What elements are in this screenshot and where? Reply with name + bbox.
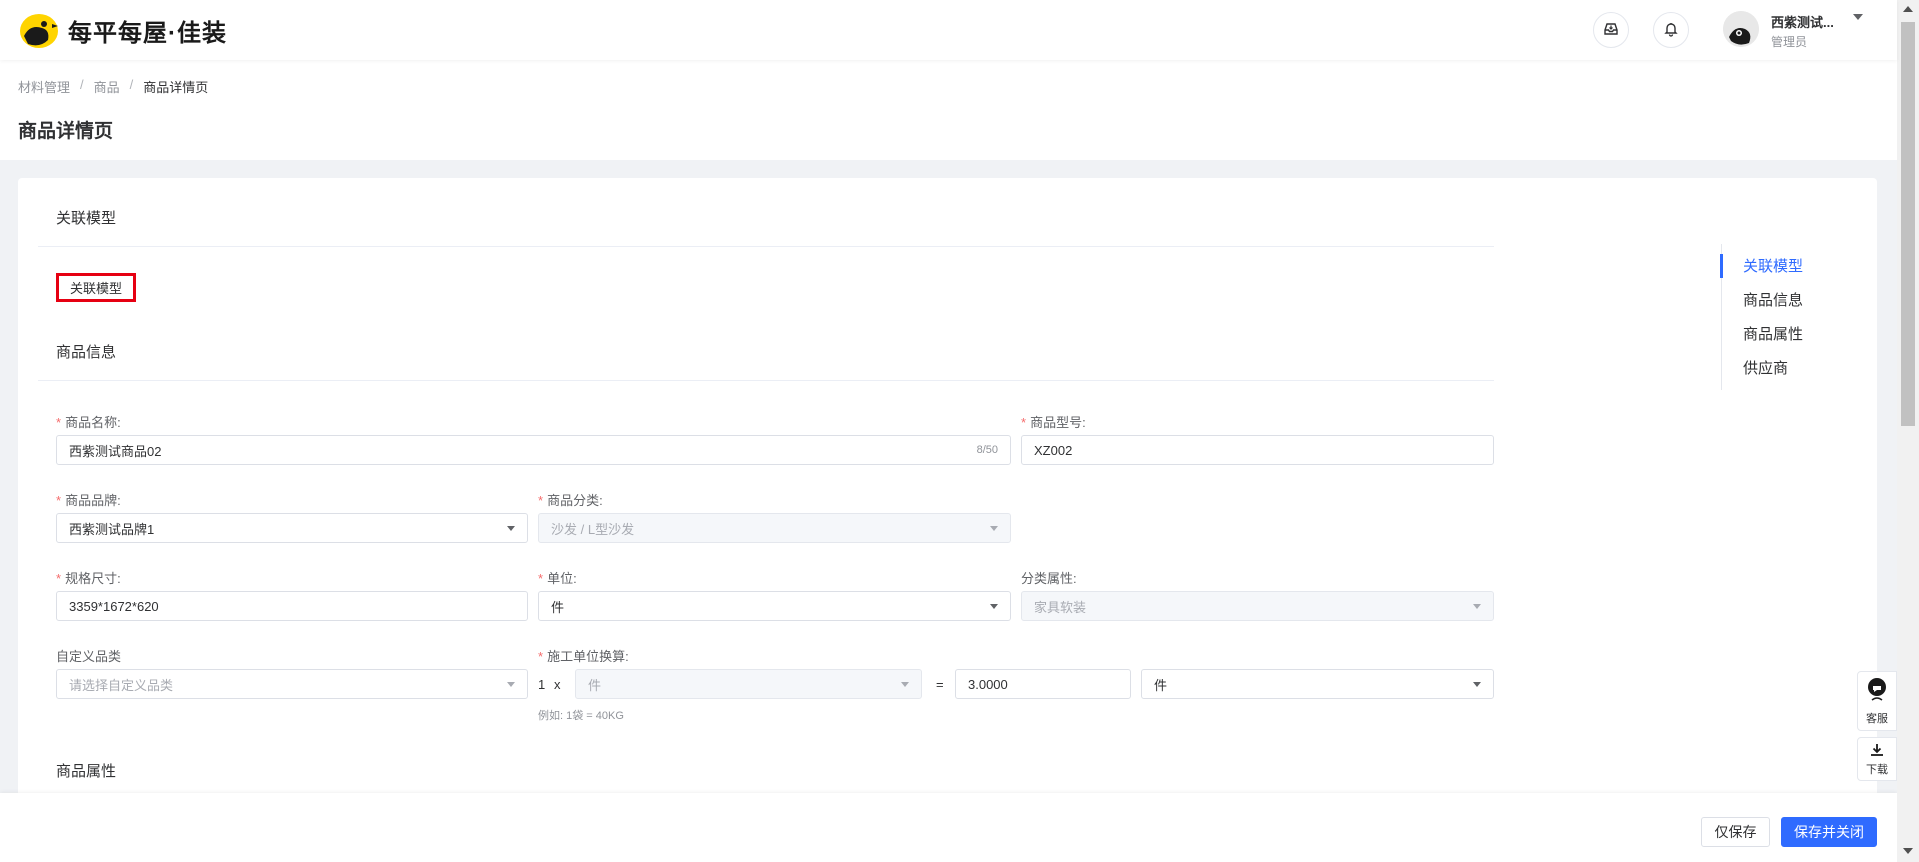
scroll-down-arrow-icon[interactable] (1903, 848, 1913, 854)
section-divider (38, 246, 1494, 247)
conversion-equals: = (936, 677, 944, 692)
breadcrumb-item-goods[interactable]: 商品 (94, 77, 120, 96)
breadcrumb-item-materials[interactable]: 材料管理 (18, 77, 70, 96)
chevron-down-icon (990, 526, 998, 531)
customer-service-button[interactable]: 客服 (1857, 671, 1897, 731)
chevron-down-icon[interactable] (1853, 14, 1863, 20)
required-mark: * (56, 493, 62, 508)
required-mark: * (56, 571, 62, 586)
chevron-down-icon (990, 604, 998, 609)
class-attr-select: 家具软装 (1021, 591, 1494, 621)
inbox-icon (1603, 21, 1619, 40)
chevron-down-icon (1473, 682, 1481, 687)
scroll-up-arrow-icon[interactable] (1903, 6, 1913, 12)
custom-category-select[interactable]: 请选择自定义品类 (56, 669, 528, 699)
chevron-down-icon (1473, 604, 1481, 609)
breadcrumb-separator: / (80, 77, 84, 92)
anchor-item-attributes[interactable]: 商品属性 (1743, 323, 1803, 344)
inbox-button[interactable] (1593, 12, 1629, 48)
goods-name-label: * 商品名称: (56, 415, 121, 430)
bell-icon (1663, 21, 1679, 40)
unit-conversion-label: * 施工单位换算: (538, 649, 629, 664)
section-divider (38, 380, 1494, 381)
avatar[interactable] (1723, 11, 1759, 47)
spec-size-label: * 规格尺寸: (56, 571, 121, 586)
goods-brand-label: * 商品品牌: (56, 493, 121, 508)
anchor-item-supplier[interactable]: 供应商 (1743, 357, 1788, 378)
goods-brand-select[interactable]: 西紫测试品牌1 (56, 513, 528, 543)
unit-label: * 单位: (538, 571, 577, 586)
breadcrumb: 材料管理 / 商品 / 商品详情页 (18, 77, 208, 96)
page-title: 商品详情页 (18, 121, 114, 142)
download-icon (1869, 742, 1885, 761)
required-mark: * (538, 571, 544, 586)
save-and-close-button[interactable]: 保存并关闭 (1781, 817, 1877, 847)
user-role: 管理员 (1771, 35, 1808, 49)
spec-size-input[interactable]: 3359*1672*620 (56, 591, 528, 621)
goods-category-label: * 商品分类: (538, 493, 603, 508)
conversion-one: 1 (538, 677, 546, 692)
required-mark: * (538, 649, 544, 664)
conversion-value-input[interactable]: 3.0000 (955, 669, 1131, 699)
scroll-thumb[interactable] (1901, 22, 1915, 426)
chevron-down-icon (507, 526, 515, 531)
chat-bubble-icon (1866, 678, 1888, 707)
anchor-item-info[interactable]: 商品信息 (1743, 289, 1803, 310)
download-button[interactable]: 下载 (1857, 737, 1897, 781)
required-mark: * (538, 493, 544, 508)
required-mark: * (1021, 415, 1027, 430)
footer-bar: 仅保存 保存并关闭 (0, 793, 1897, 862)
goods-model-input[interactable]: XZ002 (1021, 435, 1494, 465)
conversion-hint: 例如: 1袋 = 40KG (538, 710, 624, 722)
goods-name-input[interactable]: 西紫测试商品02 8/50 (56, 435, 1011, 465)
user-name[interactable]: 西紫测试... (1771, 12, 1834, 31)
page-scrollbar[interactable] (1897, 0, 1919, 862)
chevron-down-icon (507, 682, 515, 687)
detail-card (18, 178, 1877, 798)
download-label: 下载 (1866, 763, 1888, 776)
conversion-unit-right-select[interactable]: 件 (1141, 669, 1494, 699)
required-mark: * (56, 415, 62, 430)
char-counter: 8/50 (976, 444, 998, 456)
section-title-model: 关联模型 (56, 210, 117, 227)
custom-category-label: 自定义品类 (56, 649, 122, 664)
brand-logo[interactable]: 每平每屋·佳装 (18, 10, 227, 50)
section-title-info: 商品信息 (56, 344, 117, 361)
conversion-unit-left-select: 件 (575, 669, 922, 699)
class-attr-label: 分类属性: (1021, 571, 1077, 586)
save-only-button[interactable]: 仅保存 (1701, 817, 1770, 847)
conversion-multiply: x (554, 677, 561, 692)
section-title-attributes: 商品属性 (56, 763, 117, 780)
unit-select[interactable]: 件 (538, 591, 1011, 621)
notification-button[interactable] (1653, 12, 1689, 48)
bird-logo-icon (18, 10, 60, 50)
brand-text: 每平每屋·佳装 (68, 19, 227, 47)
goods-category-select: 沙发 / L型沙发 (538, 513, 1011, 543)
customer-service-label: 客服 (1866, 713, 1888, 725)
anchor-nav-indicator (1720, 254, 1723, 278)
breadcrumb-item-current: 商品详情页 (143, 80, 209, 95)
top-header: 每平每屋·佳装 西紫测试... 管理员 (0, 0, 1897, 60)
link-model-button[interactable]: 关联模型 (56, 273, 136, 302)
anchor-item-model[interactable]: 关联模型 (1743, 255, 1803, 276)
breadcrumb-separator: / (129, 77, 134, 92)
goods-model-label: * 商品型号: (1021, 415, 1086, 430)
chevron-down-icon (901, 682, 909, 687)
